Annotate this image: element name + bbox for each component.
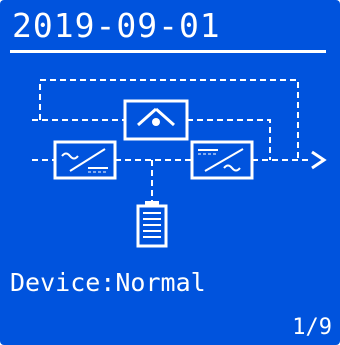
rectifier-icon	[53, 140, 117, 180]
page-indicator: 1/9	[292, 315, 332, 340]
output-arrow-icon	[311, 150, 327, 170]
lcd-screen: 2019-09-01 Device:Normal 1/9	[0, 0, 340, 345]
device-status: Device:Normal	[10, 268, 206, 297]
inverter-icon	[190, 140, 254, 180]
bypass-icon	[123, 99, 189, 141]
battery-icon	[136, 201, 168, 248]
